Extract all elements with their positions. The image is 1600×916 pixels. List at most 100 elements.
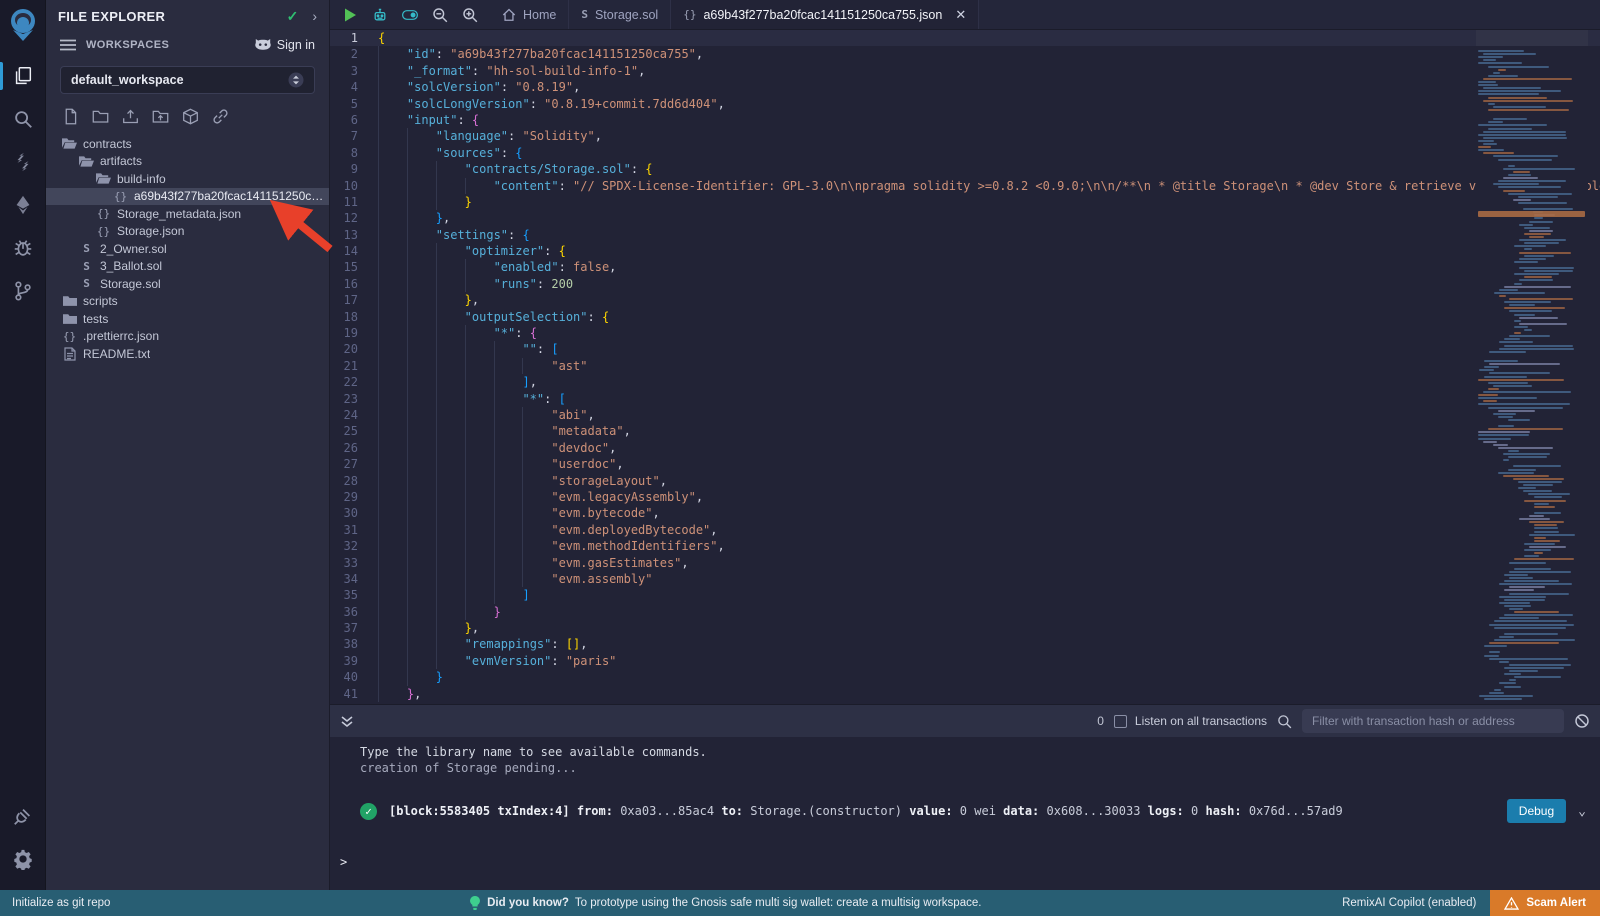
code-line-9: 9"contracts/Storage.sol": { <box>330 161 1600 177</box>
workspace-select[interactable]: default_workspace <box>60 66 315 94</box>
tree-item-readme-txt[interactable]: README.txt <box>46 345 329 363</box>
expand-transaction-icon[interactable]: ⌄ <box>1578 804 1586 819</box>
panel-title: FILE EXPLORER <box>58 9 287 24</box>
github-icon <box>255 38 271 52</box>
folder-open-icon <box>62 137 77 150</box>
zoom-in-icon[interactable] <box>462 7 478 23</box>
new-folder-icon[interactable] <box>92 108 109 125</box>
listen-checkbox[interactable] <box>1114 715 1127 728</box>
debug-button[interactable]: Debug <box>1507 799 1566 823</box>
check-icon: ✓ <box>287 8 299 25</box>
scam-alert-button[interactable]: Scam Alert <box>1490 890 1600 916</box>
folder-icon <box>62 295 77 307</box>
block-icon[interactable] <box>1574 713 1590 729</box>
code-line-38: 38"remappings": [], <box>330 636 1600 652</box>
transaction-row[interactable]: ✓ [block:5583405 txIndex:4] from: 0xa03.… <box>360 799 1586 823</box>
code-line-24: 24"abi", <box>330 407 1600 423</box>
tab-build-info-json[interactable]: {} a69b43f277ba20fcac141151250ca755.json… <box>671 0 979 29</box>
tab-storage-sol[interactable]: S Storage.sol <box>569 0 671 29</box>
code-editor[interactable]: 1{2"id": "a69b43f277ba20fcac141151250ca7… <box>330 30 1600 704</box>
tree-item-3-ballot-sol[interactable]: S3_Ballot.sol <box>46 258 329 276</box>
tree-item-tests[interactable]: tests <box>46 310 329 328</box>
ai-copilot-robot-icon[interactable] <box>372 7 388 23</box>
sidebar-item-file-explorer[interactable] <box>0 54 46 97</box>
copilot-status[interactable]: RemixAI Copilot (enabled) <box>1328 897 1490 909</box>
transaction-filter-input[interactable] <box>1302 709 1564 733</box>
sidebar-item-git[interactable] <box>0 269 46 312</box>
folder-open-icon <box>96 172 111 185</box>
code-line-19: 19"*": { <box>330 325 1600 341</box>
sidebar-item-solidity-compiler[interactable] <box>0 140 46 183</box>
code-line-31: 31"evm.deployedBytecode", <box>330 522 1600 538</box>
github-sign-in[interactable]: Sign in <box>255 38 315 52</box>
new-file-icon[interactable] <box>62 108 79 125</box>
run-script-icon[interactable] <box>342 7 358 23</box>
code-line-12: 12}, <box>330 210 1600 226</box>
sidebar-item-plugin-manager[interactable] <box>0 794 46 837</box>
code-line-8: 8"sources": { <box>330 145 1600 161</box>
gear-icon <box>12 848 34 870</box>
deploy-run-icon <box>12 194 34 216</box>
sidebar-item-debugger[interactable] <box>0 226 46 269</box>
tree-item-artifacts[interactable]: artifacts <box>46 153 329 171</box>
code-line-16: 16"runs": 200 <box>330 276 1600 292</box>
tree-item-storage-sol[interactable]: SStorage.sol <box>46 275 329 293</box>
sidebar-item-search[interactable] <box>0 97 46 140</box>
copilot-toggle-icon[interactable] <box>402 7 418 23</box>
tree-item-storage-json[interactable]: {}Storage.json <box>46 223 329 241</box>
file-tree: contractsartifactsbuild-info{}a69b43f277… <box>46 135 329 363</box>
remix-logo-icon[interactable] <box>7 8 39 42</box>
tree-item-a69b43f277ba20fcac141151250ca7-[interactable]: {}a69b43f277ba20fcac141151250ca7... <box>46 188 329 206</box>
code-line-25: 25"metadata", <box>330 423 1600 439</box>
plug-icon <box>12 805 34 827</box>
upload-folder-icon[interactable] <box>152 108 169 125</box>
code-line-23: 23"*": [ <box>330 391 1600 407</box>
lightbulb-icon <box>469 896 481 910</box>
json-icon: {} <box>113 190 128 203</box>
close-tab-icon[interactable]: ✕ <box>955 7 966 23</box>
tree-item-2-owner-sol[interactable]: S2_Owner.sol <box>46 240 329 258</box>
minimap-slider[interactable] <box>1476 30 1588 46</box>
code-line-22: 22], <box>330 374 1600 390</box>
chevron-right-icon[interactable]: › <box>312 8 317 24</box>
code-lines: 1{2"id": "a69b43f277ba20fcac141151250ca7… <box>330 30 1600 702</box>
json-file-icon: {} <box>683 8 696 21</box>
code-line-6: 6"input": { <box>330 112 1600 128</box>
code-line-14: 14"optimizer": { <box>330 243 1600 259</box>
warning-icon <box>1504 897 1519 910</box>
files-icon <box>12 65 34 87</box>
tree-item-contracts[interactable]: contracts <box>46 135 329 153</box>
terminal-search-icon <box>1277 714 1292 729</box>
ipfs-cube-icon[interactable] <box>182 108 199 125</box>
terminal-body[interactable]: Type the library name to see available c… <box>330 737 1600 891</box>
minimap[interactable] <box>1476 30 1588 704</box>
upload-file-icon[interactable] <box>122 108 139 125</box>
code-line-28: 28"storageLayout", <box>330 473 1600 489</box>
git-init-status[interactable]: Initialize as git repo <box>0 897 122 909</box>
zoom-out-icon[interactable] <box>432 7 448 23</box>
terminal-collapse-icon[interactable] <box>340 714 354 728</box>
link-icon[interactable] <box>212 108 229 125</box>
solidity-compiler-icon <box>12 151 34 173</box>
folder-open-icon <box>79 155 94 168</box>
sidebar-item-deploy-and-run[interactable] <box>0 183 46 226</box>
remix-ide-window: FILE EXPLORER ✓ › WORKSPACES Sign in def… <box>0 0 1600 916</box>
listen-all-transactions: Listen on all transactions <box>1114 714 1267 728</box>
tree-item-scripts[interactable]: scripts <box>46 293 329 311</box>
sol-icon: S <box>79 260 94 273</box>
tab-bar: Home S Storage.sol {} a69b43f277ba20fcac… <box>330 0 1600 30</box>
tree-item-storage-metadata-json[interactable]: {}Storage_metadata.json <box>46 205 329 223</box>
code-line-37: 37}, <box>330 620 1600 636</box>
tree-item-build-info[interactable]: build-info <box>46 170 329 188</box>
terminal-prompt[interactable]: > <box>340 855 347 869</box>
tab-home[interactable]: Home <box>490 0 569 29</box>
editor-area: Home S Storage.sol {} a69b43f277ba20fcac… <box>330 0 1600 890</box>
workspace-menu-icon[interactable] <box>60 39 76 51</box>
sidebar-item-settings[interactable] <box>0 837 46 880</box>
code-line-32: 32"evm.methodIdentifiers", <box>330 538 1600 554</box>
json-icon: {} <box>96 225 111 238</box>
code-line-4: 4"solcVersion": "0.8.19", <box>330 79 1600 95</box>
git-branch-icon <box>12 280 34 302</box>
json-icon: {} <box>96 207 111 220</box>
tree-item--prettierrc-json[interactable]: {}.prettierrc.json <box>46 328 329 346</box>
